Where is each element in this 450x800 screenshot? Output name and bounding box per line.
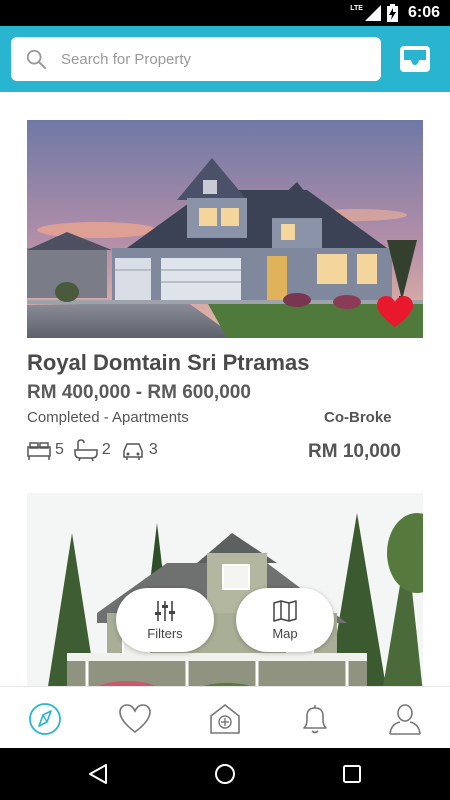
- user-icon: [389, 704, 421, 735]
- property-photo[interactable]: [27, 493, 423, 686]
- inbox-icon[interactable]: [398, 42, 432, 76]
- co-broke-label: Co-Broke: [324, 409, 392, 426]
- bottom-navigation: [0, 686, 450, 748]
- home-icon[interactable]: [213, 762, 237, 786]
- search-bar[interactable]: [11, 37, 381, 81]
- car-icon: [123, 443, 143, 460]
- co-broke-commission: RM 10,000: [308, 441, 401, 462]
- search-icon: [26, 49, 47, 70]
- listing-amenities: 5 2 3: [27, 438, 168, 462]
- listing-feed[interactable]: Royal Domtain Sri Ptramas RM 400,000 - R…: [0, 92, 450, 686]
- nav-notifications[interactable]: [297, 701, 333, 737]
- filters-button[interactable]: Filters: [116, 588, 214, 652]
- search-input[interactable]: [61, 50, 351, 68]
- nav-favorites[interactable]: [117, 701, 153, 737]
- favorite-heart-icon[interactable]: [377, 296, 413, 328]
- bathrooms: 2: [74, 439, 111, 461]
- network-type: LTE: [350, 4, 363, 12]
- system-navigation-bar: [0, 748, 450, 800]
- nav-profile[interactable]: [387, 701, 423, 737]
- map-button[interactable]: Map: [236, 588, 334, 652]
- listing-title[interactable]: Royal Domtain Sri Ptramas: [27, 350, 309, 376]
- house-image: [27, 120, 423, 338]
- recents-icon[interactable]: [340, 762, 364, 786]
- listing-property-type: Completed - Apartments: [27, 409, 189, 426]
- parking: 3: [121, 439, 158, 461]
- bed-icon: [27, 442, 51, 460]
- bathrooms-count: 2: [101, 441, 111, 458]
- heart-icon: [119, 704, 151, 734]
- parking-count: 3: [148, 441, 158, 458]
- listing-price-range: RM 400,000 - RM 600,000: [27, 382, 251, 403]
- bell-icon: [303, 705, 327, 734]
- clock: 6:06: [407, 4, 440, 21]
- property-photo[interactable]: [27, 120, 423, 338]
- house-image: [27, 493, 423, 686]
- bedrooms-count: 5: [55, 441, 64, 458]
- filters-label: Filters: [147, 625, 183, 641]
- map-icon: [273, 599, 297, 622]
- bathtub-icon: [74, 439, 98, 461]
- map-label: Map: [272, 625, 298, 641]
- nav-add-property[interactable]: [207, 701, 243, 737]
- explore-icon: [29, 703, 61, 735]
- sliders-icon: [155, 600, 175, 621]
- app-header: [0, 26, 450, 92]
- nav-explore[interactable]: [27, 701, 63, 737]
- back-icon[interactable]: [86, 762, 110, 786]
- add-property-icon: [210, 704, 240, 734]
- bedrooms: 5: [27, 439, 64, 461]
- signal-icon: [364, 5, 381, 21]
- battery-icon: [386, 4, 398, 22]
- status-bar: LTE 6:06: [0, 0, 450, 26]
